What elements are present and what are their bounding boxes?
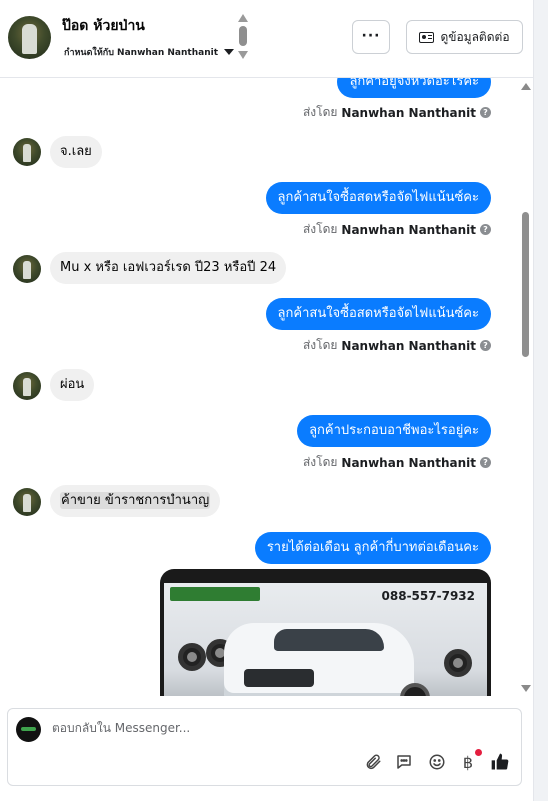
sent-by-prefix: ส่งโดย — [302, 455, 338, 469]
dealer-banner — [170, 587, 260, 601]
sender-name: Nanwhan Nanthanit — [341, 105, 476, 120]
conversation-panel: ป๊อด ห้วยป่าน กำหนดให้กับ Nanwhan Nantha… — [0, 0, 533, 801]
sent-by-label: ส่งโดย Nanwhan Nanthanit ? — [303, 453, 491, 472]
info-icon[interactable]: ? — [480, 340, 491, 351]
contact-avatar[interactable] — [8, 16, 51, 59]
info-icon[interactable]: ? — [480, 224, 491, 235]
sent-by-label: ส่งโดย Nanwhan Nanthanit ? — [303, 220, 491, 239]
caret-down-icon — [224, 49, 234, 55]
incoming-message[interactable]: จ.เลย — [50, 136, 102, 168]
car-grille — [244, 669, 314, 687]
reply-input[interactable] — [52, 721, 452, 735]
contact-avatar-small — [13, 255, 41, 283]
contact-avatar-small — [13, 488, 41, 516]
sender-name: Nanwhan Nanthanit — [341, 222, 476, 237]
sender-name: Nanwhan Nanthanit — [341, 455, 476, 470]
dealer-phone: 088-557-7932 — [381, 589, 475, 603]
sent-by-label: ส่งโดย Nanwhan Nanthanit ? — [303, 103, 491, 122]
info-icon[interactable]: ? — [480, 457, 491, 468]
smiley-icon[interactable] — [426, 751, 448, 773]
arrow-up-icon[interactable] — [238, 14, 248, 22]
conversation-header: ป๊อด ห้วยป่าน กำหนดให้กับ Nanwhan Nantha… — [0, 0, 533, 78]
page-avatar — [16, 717, 41, 742]
more-options-button[interactable]: ··· — [352, 20, 390, 54]
scroll-thumb[interactable] — [522, 212, 529, 357]
scroll-up-arrow-icon[interactable] — [521, 83, 531, 90]
car-window — [274, 629, 384, 651]
sent-by-prefix: ส่งโดย — [302, 338, 338, 352]
baht-symbol: ฿ — [462, 752, 474, 772]
sender-name: Nanwhan Nanthanit — [341, 338, 476, 353]
arrow-down-icon[interactable] — [238, 51, 248, 59]
contact-card-icon — [419, 31, 435, 43]
car-photo: 088-557-7932 — [164, 583, 487, 696]
incoming-message-text: ค้าขาย ข้าราชการบำนาญ — [60, 492, 211, 509]
view-contact-info-button[interactable]: ดูข้อมูลติดต่อ — [406, 20, 523, 54]
outgoing-message[interactable]: ลูกค้าสนใจซื้อสดหรือจัดไฟแน้นซ์คะ — [265, 298, 491, 330]
sent-by-prefix: ส่งโดย — [302, 105, 338, 119]
tire-stack — [444, 649, 472, 677]
message-scrollbar[interactable] — [518, 78, 533, 696]
reply-composer: ฿ — [7, 708, 522, 786]
incoming-message[interactable]: Mu x หรือ เอฟเวอร์เรด ปี23 หรือปี 24 — [50, 252, 287, 284]
incoming-message[interactable]: ผ่อน — [50, 369, 95, 401]
contact-name[interactable]: ป๊อด ห้วยป่าน — [62, 15, 145, 37]
assignee-dropdown[interactable]: กำหนดให้กับ Nanwhan Nanthanit — [64, 45, 234, 59]
outgoing-message[interactable]: รายได้ต่อเดือน ลูกค้ากี่บาทต่อเดือนคะ — [254, 532, 491, 564]
image-attachment[interactable]: 088-557-7932 — [160, 569, 491, 696]
window-edge — [533, 0, 548, 801]
outgoing-message[interactable]: ลูกค้าประกอบอาชีพอะไรอยู่คะ — [297, 415, 491, 447]
contact-avatar-small — [13, 138, 41, 166]
notification-dot — [475, 749, 482, 756]
stepper-handle[interactable] — [239, 26, 247, 46]
outgoing-message[interactable]: ลูกค้าอยู่จังหวัดอะไรคะ — [337, 78, 491, 98]
sent-by-label: ส่งโดย Nanwhan Nanthanit ? — [303, 336, 491, 355]
info-icon[interactable]: ? — [480, 107, 491, 118]
view-contact-info-label: ดูข้อมูลติดต่อ — [440, 29, 510, 44]
message-bubble-icon[interactable] — [393, 751, 415, 773]
assignee-label: กำหนดให้กับ Nanwhan Nanthanit — [64, 48, 218, 58]
sent-by-prefix: ส่งโดย — [302, 222, 338, 236]
contact-avatar-small — [13, 372, 41, 400]
outgoing-message[interactable]: ลูกค้าสนใจซื้อสดหรือจัดไฟแน้นซ์คะ — [265, 182, 491, 214]
tire-stack — [178, 643, 206, 671]
conversation-stepper[interactable] — [238, 14, 248, 62]
scroll-down-arrow-icon[interactable] — [521, 685, 531, 692]
paperclip-icon[interactable] — [362, 751, 384, 773]
incoming-message[interactable]: ค้าขาย ข้าราชการบำนาญ — [50, 485, 221, 517]
message-list[interactable]: ลูกค้าอยู่จังหวัดอะไรคะ ส่งโดย Nanwhan N… — [0, 78, 518, 696]
thumbs-up-icon[interactable] — [489, 751, 511, 773]
